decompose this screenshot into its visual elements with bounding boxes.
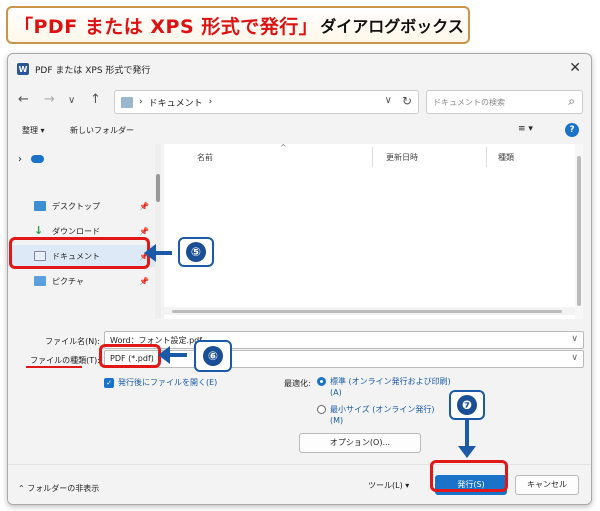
- search-placeholder: ドキュメントの検索: [433, 98, 505, 107]
- step7-badge: ❼: [449, 390, 485, 420]
- radio-selected-icon[interactable]: [317, 377, 326, 386]
- toolbar: 整理 ▾ 新しいフォルダー ≡ ▾ ?: [8, 120, 591, 142]
- filetype-underline: [26, 366, 82, 368]
- step6-badge: ⑥: [194, 340, 232, 372]
- column-header-modified[interactable]: 更新日時: [386, 152, 418, 163]
- pin-icon[interactable]: 📌: [139, 227, 149, 236]
- dialog-title: PDF または XPS 形式で発行: [35, 65, 151, 76]
- refresh-icon[interactable]: ↻: [402, 94, 412, 108]
- column-header-type[interactable]: 種類: [498, 152, 514, 163]
- options-button[interactable]: オプション(O)...: [299, 433, 421, 453]
- organize-button[interactable]: 整理 ▾: [22, 125, 45, 136]
- step7-highlight: [430, 460, 508, 492]
- address-dropdown-icon[interactable]: ∨: [385, 95, 392, 106]
- address-path[interactable]: ドキュメント: [149, 96, 203, 109]
- close-icon[interactable]: ✕: [569, 60, 581, 76]
- cloud-icon: [31, 155, 44, 163]
- tools-button[interactable]: ツール(L) ▾: [368, 480, 409, 491]
- filetype-label: ファイルの種類(T):: [30, 356, 100, 365]
- step6-highlight: [99, 344, 161, 368]
- banner-suffix: ダイアログボックス: [320, 17, 464, 36]
- file-list: ^ 名前 更新日時 種類: [164, 143, 583, 319]
- sidebar-item-desktop[interactable]: デスクトップ 📌: [8, 195, 155, 217]
- desktop-icon: [34, 201, 46, 211]
- optimize-minimum-radio[interactable]: 最小サイズ (オンライン発行)(M): [317, 404, 447, 426]
- view-options-button[interactable]: ≡ ▾: [518, 124, 533, 134]
- chevron-down-icon[interactable]: ∨: [571, 334, 578, 344]
- address-sep-1: ›: [139, 97, 143, 107]
- hscroll-thumb[interactable]: [172, 310, 562, 313]
- step5-badge: ⑤: [178, 237, 214, 267]
- radio-unselected-icon[interactable]: [317, 405, 326, 414]
- step5-arrow-head: [144, 244, 156, 262]
- word-app-icon: W: [17, 63, 29, 75]
- chevron-down-icon[interactable]: ∨: [571, 353, 578, 363]
- sidebar-item-pictures[interactable]: ピクチャ 📌: [8, 270, 155, 292]
- nav-scrollbar[interactable]: [155, 144, 161, 319]
- address-bar[interactable]: › ドキュメント › ∨ ↻: [114, 90, 419, 114]
- sidebar-item-label: ダウンロード: [52, 226, 100, 236]
- new-folder-button[interactable]: 新しいフォルダー: [70, 125, 134, 136]
- file-list-scrollbar[interactable]: [575, 144, 583, 319]
- file-scroll-thumb[interactable]: [577, 156, 581, 306]
- filename-input[interactable]: Word：フォント設定.pdf ∨: [104, 331, 584, 349]
- pictures-icon: [34, 276, 46, 286]
- sidebar-item-onedrive[interactable]: ›: [8, 148, 155, 170]
- step5-number: ⑤: [186, 242, 206, 262]
- step6-arrow-head: [158, 346, 170, 364]
- sidebar-item-label: ピクチャ: [52, 276, 84, 286]
- expand-chevron-icon[interactable]: ›: [18, 154, 22, 165]
- navigation-bar: ← → ∨ ↑ › ドキュメント › ∨ ↻ ドキュメントの検索 ⌕: [8, 86, 591, 116]
- step6-number: ⑥: [203, 346, 223, 366]
- download-icon: ↓: [34, 224, 44, 237]
- check-icon[interactable]: ✓: [104, 377, 114, 388]
- banner-title: 「PDF または XPS 形式で発行」: [14, 15, 319, 38]
- cancel-button[interactable]: キャンセル: [515, 475, 579, 495]
- title-banner: 「PDF または XPS 形式で発行」 ダイアログボックス: [6, 6, 470, 44]
- optimize-standard-radio[interactable]: 標準 (オンライン発行および印刷)(A): [317, 376, 457, 398]
- pc-icon: [121, 96, 133, 108]
- search-input[interactable]: ドキュメントの検索 ⌕: [426, 90, 583, 114]
- horizontal-scrollbar[interactable]: [164, 307, 575, 315]
- forward-arrow-icon[interactable]: →: [44, 92, 55, 107]
- sidebar-item-label: デスクトップ: [52, 201, 100, 211]
- search-icon[interactable]: ⌕: [568, 94, 575, 109]
- publish-dialog: W PDF または XPS 形式で発行 ✕ ← → ∨ ↑ › ドキュメント ›…: [7, 53, 592, 505]
- navigation-pane: › デスクトップ 📌 ↓ ダウンロード 📌 ドキュメント 📌 ピクチャ 📌: [8, 144, 155, 319]
- nav-scroll-thumb[interactable]: [156, 174, 160, 202]
- filename-label: ファイル名(N):: [45, 337, 100, 346]
- back-arrow-icon[interactable]: ←: [18, 92, 29, 107]
- title-bar: W PDF または XPS 形式で発行 ✕: [8, 54, 591, 84]
- opt-standard-label: 標準 (オンライン発行および印刷)(A): [330, 377, 451, 397]
- step7-number: ❼: [457, 395, 477, 415]
- column-header-name[interactable]: 名前: [197, 152, 213, 163]
- up-arrow-icon[interactable]: ↑: [90, 92, 101, 107]
- address-sep-2: ›: [208, 97, 213, 107]
- column-divider[interactable]: [372, 147, 373, 167]
- recent-locations-icon[interactable]: ∨: [68, 95, 75, 106]
- column-divider[interactable]: [486, 147, 487, 167]
- sort-indicator-icon: ^: [280, 143, 287, 152]
- open-after-publish-checkbox[interactable]: ✓ 発行後にファイルを開く(E): [104, 377, 217, 388]
- step7-arrow-head: [458, 446, 476, 458]
- step5-highlight: [9, 237, 150, 269]
- pin-icon[interactable]: 📌: [139, 202, 149, 211]
- opt-min-label: 最小サイズ (オンライン発行)(M): [330, 405, 435, 425]
- help-icon[interactable]: ?: [565, 123, 579, 137]
- step7-arrow-shaft: [465, 420, 469, 448]
- pin-icon[interactable]: 📌: [139, 277, 149, 286]
- hide-folders-button[interactable]: ⌃ フォルダーの非表示: [18, 483, 99, 494]
- optimize-label: 最適化:: [284, 379, 311, 388]
- open-after-label: 発行後にファイルを開く(E): [118, 378, 218, 387]
